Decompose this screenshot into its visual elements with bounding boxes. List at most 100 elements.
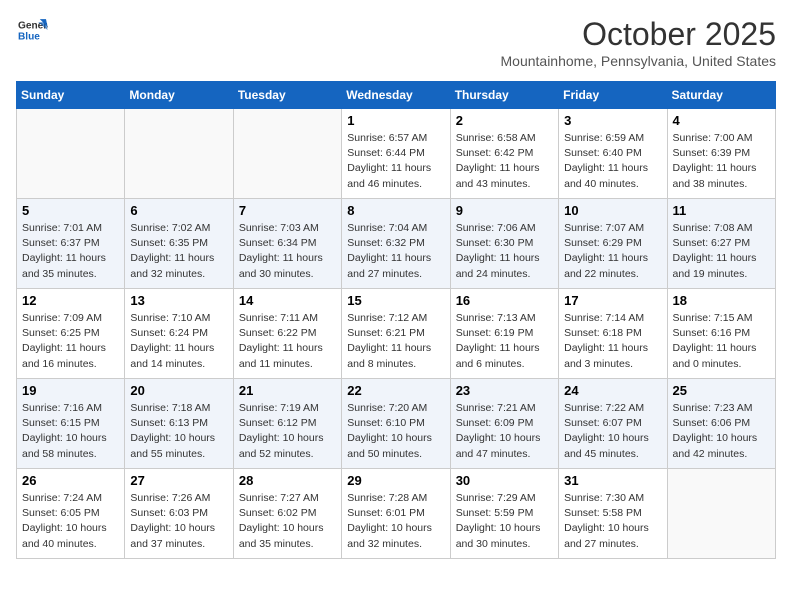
day-number: 24 xyxy=(564,383,661,398)
table-row: 21Sunrise: 7:19 AM Sunset: 6:12 PM Dayli… xyxy=(233,379,341,469)
month-title: October 2025 xyxy=(501,16,777,53)
day-number: 13 xyxy=(130,293,227,308)
day-number: 19 xyxy=(22,383,119,398)
day-info: Sunrise: 7:21 AM Sunset: 6:09 PM Dayligh… xyxy=(456,401,553,462)
day-number: 20 xyxy=(130,383,227,398)
table-row: 10Sunrise: 7:07 AM Sunset: 6:29 PM Dayli… xyxy=(559,199,667,289)
day-number: 30 xyxy=(456,473,553,488)
day-info: Sunrise: 7:02 AM Sunset: 6:35 PM Dayligh… xyxy=(130,221,227,282)
day-info: Sunrise: 6:57 AM Sunset: 6:44 PM Dayligh… xyxy=(347,131,444,192)
calendar-week-row: 12 Sunrise: 7:09 AM Sunset: 6:25 PM Dayli… xyxy=(17,289,776,379)
day-number: 29 xyxy=(347,473,444,488)
location: Mountainhome, Pennsylvania, United State… xyxy=(501,53,777,69)
calendar-week-row: 26 Sunrise: 7:24 AM Sunset: 6:05 PM Dayli… xyxy=(17,469,776,559)
day-number: 25 xyxy=(673,383,770,398)
day-number: 2 xyxy=(456,113,553,128)
day-info: Sunrise: 7:03 AM Sunset: 6:34 PM Dayligh… xyxy=(239,221,336,282)
day-number: 17 xyxy=(564,293,661,308)
col-wednesday: Wednesday xyxy=(342,82,450,109)
table-row: 9Sunrise: 7:06 AM Sunset: 6:30 PM Daylig… xyxy=(450,199,558,289)
table-row: 8Sunrise: 7:04 AM Sunset: 6:32 PM Daylig… xyxy=(342,199,450,289)
day-info: Sunrise: 7:20 AM Sunset: 6:10 PM Dayligh… xyxy=(347,401,444,462)
logo-icon: General Blue xyxy=(16,16,48,44)
day-number: 22 xyxy=(347,383,444,398)
table-row: 18 Sunrise: 7:15 AM Sunset: 6:16 PM Dayli… xyxy=(667,289,775,379)
table-row: 16Sunrise: 7:13 AM Sunset: 6:19 PM Dayli… xyxy=(450,289,558,379)
day-number: 12 xyxy=(22,293,119,308)
day-info: Sunrise: 7:28 AM Sunset: 6:01 PM Dayligh… xyxy=(347,491,444,552)
table-row: 25 Sunrise: 7:23 AM Sunset: 6:06 PM Dayli… xyxy=(667,379,775,469)
day-info: Sunrise: 7:23 AM Sunset: 6:06 PM Dayligh… xyxy=(673,401,770,462)
table-row: 12 Sunrise: 7:09 AM Sunset: 6:25 PM Dayli… xyxy=(17,289,125,379)
day-number: 8 xyxy=(347,203,444,218)
calendar-header-row: Sunday Monday Tuesday Wednesday Thursday… xyxy=(17,82,776,109)
day-info: Sunrise: 7:27 AM Sunset: 6:02 PM Dayligh… xyxy=(239,491,336,552)
table-row: 23 Sunrise: 7:21 AM Sunset: 6:09 PM Dayli… xyxy=(450,379,558,469)
day-info: Sunrise: 7:30 AM Sunset: 5:58 PM Dayligh… xyxy=(564,491,661,552)
svg-text:Blue: Blue xyxy=(18,31,40,42)
calendar-week-row: 19 Sunrise: 7:16 AM Sunset: 6:15 PM Dayli… xyxy=(17,379,776,469)
table-row: 22 Sunrise: 7:20 AM Sunset: 6:10 PM Dayli… xyxy=(342,379,450,469)
day-info: Sunrise: 7:29 AM Sunset: 5:59 PM Dayligh… xyxy=(456,491,553,552)
day-info: Sunrise: 7:22 AM Sunset: 6:07 PM Dayligh… xyxy=(564,401,661,462)
col-friday: Friday xyxy=(559,82,667,109)
day-number: 27 xyxy=(130,473,227,488)
table-row: 20Sunrise: 7:18 AM Sunset: 6:13 PM Dayli… xyxy=(125,379,233,469)
day-info: Sunrise: 7:06 AM Sunset: 6:30 PM Dayligh… xyxy=(456,221,553,282)
table-row: 7Sunrise: 7:03 AM Sunset: 6:34 PM Daylig… xyxy=(233,199,341,289)
day-number: 21 xyxy=(239,383,336,398)
table-row: 28 Sunrise: 7:27 AM Sunset: 6:02 PM Dayli… xyxy=(233,469,341,559)
day-number: 28 xyxy=(239,473,336,488)
title-block: October 2025 Mountainhome, Pennsylvania,… xyxy=(501,16,777,69)
day-number: 23 xyxy=(456,383,553,398)
col-tuesday: Tuesday xyxy=(233,82,341,109)
table-row: 5 Sunrise: 7:01 AM Sunset: 6:37 PM Daylig… xyxy=(17,199,125,289)
day-number: 3 xyxy=(564,113,661,128)
day-number: 16 xyxy=(456,293,553,308)
table-row: 19 Sunrise: 7:16 AM Sunset: 6:15 PM Dayli… xyxy=(17,379,125,469)
table-row: 3 Sunrise: 6:59 AM Sunset: 6:40 PM Daylig… xyxy=(559,109,667,199)
table-row: 30 Sunrise: 7:29 AM Sunset: 5:59 PM Dayli… xyxy=(450,469,558,559)
day-info: Sunrise: 7:00 AM Sunset: 6:39 PM Dayligh… xyxy=(673,131,770,192)
table-row xyxy=(233,109,341,199)
day-info: Sunrise: 7:12 AM Sunset: 6:21 PM Dayligh… xyxy=(347,311,444,372)
table-row: 11 Sunrise: 7:08 AM Sunset: 6:27 PM Dayli… xyxy=(667,199,775,289)
day-info: Sunrise: 6:58 AM Sunset: 6:42 PM Dayligh… xyxy=(456,131,553,192)
calendar-week-row: 5 Sunrise: 7:01 AM Sunset: 6:37 PM Daylig… xyxy=(17,199,776,289)
day-info: Sunrise: 7:24 AM Sunset: 6:05 PM Dayligh… xyxy=(22,491,119,552)
day-info: Sunrise: 7:08 AM Sunset: 6:27 PM Dayligh… xyxy=(673,221,770,282)
day-info: Sunrise: 6:59 AM Sunset: 6:40 PM Dayligh… xyxy=(564,131,661,192)
day-number: 4 xyxy=(673,113,770,128)
table-row xyxy=(125,109,233,199)
table-row: 26 Sunrise: 7:24 AM Sunset: 6:05 PM Dayli… xyxy=(17,469,125,559)
table-row xyxy=(17,109,125,199)
table-row: 15Sunrise: 7:12 AM Sunset: 6:21 PM Dayli… xyxy=(342,289,450,379)
day-number: 10 xyxy=(564,203,661,218)
table-row: 27 Sunrise: 7:26 AM Sunset: 6:03 PM Dayli… xyxy=(125,469,233,559)
logo: General Blue xyxy=(16,16,48,44)
table-row xyxy=(667,469,775,559)
calendar-table: Sunday Monday Tuesday Wednesday Thursday… xyxy=(16,81,776,559)
day-info: Sunrise: 7:15 AM Sunset: 6:16 PM Dayligh… xyxy=(673,311,770,372)
col-sunday: Sunday xyxy=(17,82,125,109)
table-row: 13 Sunrise: 7:10 AM Sunset: 6:24 PM Dayli… xyxy=(125,289,233,379)
day-info: Sunrise: 7:09 AM Sunset: 6:25 PM Dayligh… xyxy=(22,311,119,372)
day-number: 26 xyxy=(22,473,119,488)
table-row: 6 Sunrise: 7:02 AM Sunset: 6:35 PM Daylig… xyxy=(125,199,233,289)
page-header: General Blue October 2025 Mountainhome, … xyxy=(16,16,776,69)
day-number: 18 xyxy=(673,293,770,308)
day-info: Sunrise: 7:14 AM Sunset: 6:18 PM Dayligh… xyxy=(564,311,661,372)
day-number: 11 xyxy=(673,203,770,218)
day-info: Sunrise: 7:26 AM Sunset: 6:03 PM Dayligh… xyxy=(130,491,227,552)
col-thursday: Thursday xyxy=(450,82,558,109)
table-row: 29 Sunrise: 7:28 AM Sunset: 6:01 PM Dayli… xyxy=(342,469,450,559)
day-number: 31 xyxy=(564,473,661,488)
table-row: 14Sunrise: 7:11 AM Sunset: 6:22 PM Dayli… xyxy=(233,289,341,379)
day-number: 1 xyxy=(347,113,444,128)
day-info: Sunrise: 7:16 AM Sunset: 6:15 PM Dayligh… xyxy=(22,401,119,462)
table-row: 4 Sunrise: 7:00 AM Sunset: 6:39 PM Daylig… xyxy=(667,109,775,199)
day-number: 5 xyxy=(22,203,119,218)
day-info: Sunrise: 7:01 AM Sunset: 6:37 PM Dayligh… xyxy=(22,221,119,282)
day-info: Sunrise: 7:10 AM Sunset: 6:24 PM Dayligh… xyxy=(130,311,227,372)
day-number: 6 xyxy=(130,203,227,218)
